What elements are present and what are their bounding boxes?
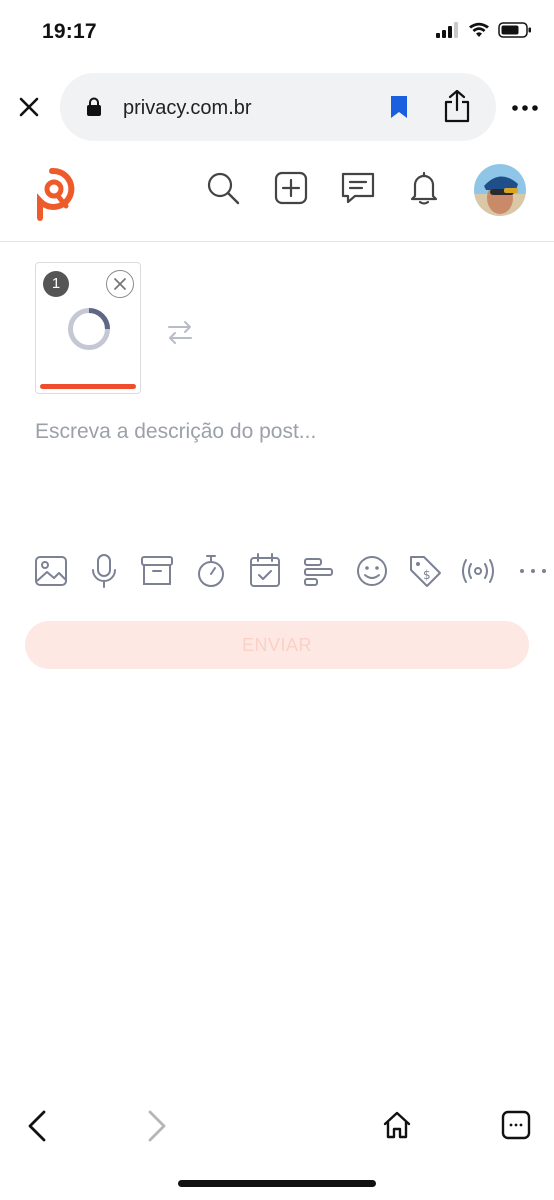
composer-toolbar: $	[34, 552, 550, 592]
app-header	[0, 160, 554, 242]
status-bar: 19:17	[0, 0, 554, 66]
privacy-logo[interactable]	[30, 166, 80, 222]
image-icon[interactable]	[34, 552, 68, 590]
calendar-icon[interactable]	[248, 552, 282, 590]
price-tag-icon[interactable]: $	[408, 552, 442, 590]
more-icon[interactable]	[516, 552, 550, 590]
loading-spinner	[68, 308, 110, 350]
messages-icon[interactable]	[340, 170, 376, 206]
send-button[interactable]: ENVIAR	[25, 621, 529, 669]
avatar[interactable]	[474, 164, 526, 216]
svg-text:$: $	[423, 568, 431, 582]
more-icon[interactable]	[510, 96, 540, 120]
upload-progress-bar	[40, 384, 136, 389]
reorder-icon[interactable]	[166, 318, 194, 346]
remove-media-button[interactable]	[106, 270, 134, 298]
forward-icon[interactable]	[142, 1108, 170, 1144]
poll-icon[interactable]	[302, 552, 336, 590]
battery-icon	[498, 22, 531, 38]
back-icon[interactable]	[24, 1108, 52, 1144]
share-icon[interactable]	[443, 89, 471, 123]
status-icons	[436, 22, 532, 38]
home-icon[interactable]	[382, 1110, 412, 1140]
close-icon	[114, 278, 126, 290]
bookmark-icon[interactable]	[388, 94, 410, 120]
media-thumbnail[interactable]: 1	[35, 262, 141, 394]
close-icon[interactable]	[14, 92, 44, 122]
status-time: 19:17	[42, 20, 97, 43]
timer-icon[interactable]	[194, 552, 228, 590]
tabs-icon[interactable]	[501, 1110, 531, 1140]
emoji-icon[interactable]	[355, 552, 389, 590]
search-icon[interactable]	[205, 170, 241, 206]
post-description-input[interactable]: Escreva a descrição do post...	[35, 420, 316, 444]
url-text: privacy.com.br	[123, 97, 252, 119]
notifications-icon[interactable]	[406, 170, 442, 206]
microphone-icon[interactable]	[87, 552, 121, 590]
home-indicator	[178, 1180, 376, 1187]
media-count-badge: 1	[43, 271, 69, 297]
add-post-icon[interactable]	[273, 170, 309, 206]
lock-icon	[87, 97, 101, 116]
live-icon[interactable]	[461, 552, 495, 590]
address-bar[interactable]: privacy.com.br	[60, 73, 496, 141]
browser-address-row: privacy.com.br	[0, 70, 554, 144]
wifi-icon	[469, 22, 489, 37]
archive-icon[interactable]	[140, 552, 174, 590]
signal-icon	[436, 22, 458, 38]
